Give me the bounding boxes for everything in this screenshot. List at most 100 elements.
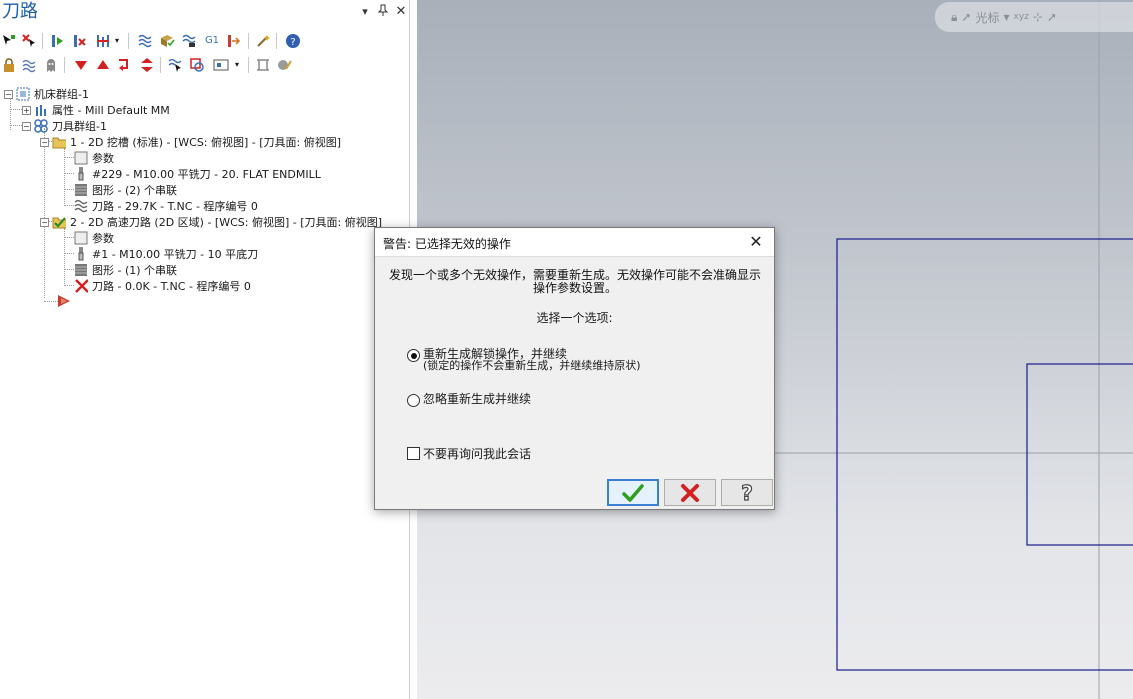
dont-ask-checkbox-row[interactable]: 不要再询问我此会话 — [407, 445, 531, 462]
tree-item-label: 参数 — [92, 152, 114, 165]
tree-item-op1-params[interactable]: 参数 — [74, 150, 114, 166]
tree-item-op2-geometry[interactable]: 图形 - (1) 个串联 — [74, 262, 177, 278]
tree-item-op2-toolpath[interactable]: 刀路 - 0.0K - T.NC - 程序编号 0 — [74, 278, 251, 294]
parameters-icon — [74, 231, 88, 245]
display-options-icon[interactable] — [212, 56, 230, 74]
cancel-x-icon — [681, 483, 699, 502]
help-icon[interactable]: ? — [284, 32, 302, 50]
end-mill-icon — [74, 247, 88, 261]
toolpath-options-icon[interactable] — [94, 32, 112, 50]
dialog-titlebar: 警告: 已选择无效的操作 ✕ — [375, 228, 774, 257]
collapse-icon[interactable]: − — [22, 121, 31, 131]
copy-toolpath-icon[interactable] — [188, 56, 206, 74]
tree-item-label: 刀路 - 0.0K - T.NC - 程序编号 0 — [92, 280, 251, 293]
toolpath-group-icon — [34, 119, 48, 133]
tree-item-operation-2[interactable]: − 2 - 2D 高速刀路 (2D 区域) - [WCS: 俯视图] - [刀具… — [40, 214, 382, 230]
toolpath-display-icon[interactable] — [20, 56, 38, 74]
outer-contour — [836, 238, 1133, 671]
dialog-close-icon[interactable]: ✕ — [744, 231, 768, 253]
regenerate-all-icon[interactable] — [48, 32, 66, 50]
radio-button[interactable] — [407, 394, 420, 407]
display-dropdown-icon[interactable]: ▾ — [232, 56, 242, 74]
insert-arrow-icon[interactable] — [116, 56, 134, 74]
tree-item-toolpath-group[interactable]: − 刀具群组-1 — [22, 118, 107, 134]
insert-arrow-icon[interactable] — [56, 294, 72, 311]
collapse-icon[interactable]: − — [40, 217, 49, 227]
radio-button-selected[interactable] — [407, 349, 420, 362]
tool-manager-icon[interactable] — [276, 56, 294, 74]
select-arrow-icon[interactable]: ➚ — [1047, 10, 1057, 24]
tree-item-op1-toolpath[interactable]: 刀路 - 29.7K - T.NC - 程序编号 0 — [74, 198, 258, 214]
tree-item-label: #229 - M10.00 平铣刀 - 20. FLAT ENDMILL — [92, 168, 321, 181]
tree-item-label: 机床群组-1 — [34, 88, 89, 101]
inner-contour — [1026, 363, 1133, 546]
lock-icon[interactable] — [0, 56, 18, 74]
viewport-selection-toolbar: 🔒︎ ➚ 光标 ▾ xyz ⊹ ➚ — [935, 2, 1133, 32]
ok-button[interactable] — [607, 479, 659, 506]
tree-item-op1-geometry[interactable]: 图形 - (2) 个串联 — [74, 182, 177, 198]
geometry-icon — [74, 183, 88, 197]
move-updown-icon[interactable] — [138, 56, 156, 74]
tree-item-label: #1 - M10.00 平铣刀 - 10 平底刀 — [92, 248, 259, 261]
move-up-icon[interactable] — [94, 56, 112, 74]
tree-item-op2-params[interactable]: 参数 — [74, 230, 114, 246]
invalid-operations-dialog: 警告: 已选择无效的操作 ✕ 发现一个或多个无效操作，需要重新生成。无效操作可能… — [374, 227, 775, 510]
option-regenerate-sublabel: (锁定的操作不会重新生成，并继续维持原状) — [423, 359, 641, 372]
message-line-2: 操作参数设置。 — [532, 281, 617, 295]
expand-icon[interactable]: + — [22, 105, 31, 115]
options-dropdown-icon[interactable]: ▾ — [112, 32, 122, 50]
svg-text:?: ? — [290, 37, 295, 48]
pin-icon[interactable] — [376, 4, 390, 20]
collapse-icon[interactable]: − — [4, 89, 13, 99]
tree-item-label: 刀具群组-1 — [52, 120, 107, 133]
add-point-icon[interactable]: ⊹ — [1033, 10, 1043, 24]
lock-icon[interactable]: 🔒︎ — [951, 10, 957, 25]
stock-model-icon[interactable] — [254, 56, 272, 74]
option-regenerate-radio[interactable]: 重新生成解锁操作，并继续 (锁定的操作不会重新生成，并继续维持原状) — [407, 348, 641, 371]
panel-close-icon[interactable]: ✕ — [394, 4, 408, 20]
cursor-icon[interactable]: ➚ — [961, 10, 971, 24]
tree-item-label: 刀路 - 29.7K - T.NC - 程序编号 0 — [92, 200, 258, 213]
xyz-icon[interactable]: xyz — [1014, 12, 1029, 22]
end-mill-icon — [74, 167, 88, 181]
dialog-message: 发现一个或多个无效操作，需要重新生成。无效操作可能不会准确显示 操作参数设置。 — [385, 269, 765, 295]
toolpath-select-icon[interactable] — [166, 56, 184, 74]
simulate-icon[interactable] — [180, 32, 198, 50]
move-down-icon[interactable] — [72, 56, 90, 74]
dialog-title: 警告: 已选择无效的操作 — [383, 237, 511, 251]
cancel-button[interactable] — [664, 479, 716, 506]
tree-item-op2-tool[interactable]: #1 - M10.00 平铣刀 - 10 平底刀 — [74, 246, 258, 262]
verify-icon[interactable] — [158, 32, 176, 50]
toolbar-row-2: ▾ — [0, 54, 410, 76]
tree-item-machine-group[interactable]: − 机床群组-1 — [4, 86, 89, 102]
checkmark-icon — [622, 483, 644, 502]
dont-ask-checkbox[interactable] — [407, 447, 420, 460]
dropdown-icon[interactable]: ▾ — [1003, 10, 1009, 24]
cursor-mode-label[interactable]: 光标 — [975, 9, 999, 26]
option-ignore-label: 忽略重新生成并继续 — [423, 392, 532, 406]
dialog-prompt: 选择一个选项: — [536, 311, 613, 325]
g1-post-icon[interactable]: G1 — [202, 32, 222, 50]
tree-item-properties[interactable]: + 属性 - Mill Default MM — [22, 102, 170, 118]
deselect-all-icon[interactable] — [20, 32, 38, 50]
help-button[interactable]: ? — [721, 479, 773, 506]
post-selected-icon[interactable] — [224, 32, 242, 50]
question-mark-icon: ? — [741, 482, 754, 504]
backplot-icon[interactable] — [136, 32, 154, 50]
parameters-icon — [74, 151, 88, 165]
tree-item-label: 图形 - (1) 个串联 — [92, 264, 178, 277]
dont-ask-label: 不要再询问我此会话 — [423, 447, 532, 461]
post-disable-icon[interactable] — [42, 56, 60, 74]
option-ignore-radio[interactable]: 忽略重新生成并继续 — [407, 393, 531, 407]
magic-wand-icon[interactable] — [254, 32, 272, 50]
tree-item-label: 图形 - (2) 个串联 — [92, 184, 178, 197]
svg-text:?: ? — [741, 482, 753, 504]
tree-item-op1-tool[interactable]: #229 - M10.00 平铣刀 - 20. FLAT ENDMILL — [74, 166, 321, 182]
panel-menu-dropdown-icon[interactable]: ▾ — [358, 4, 372, 20]
collapse-icon[interactable]: − — [40, 137, 49, 147]
select-all-icon[interactable] — [0, 32, 18, 50]
toolpath-icon — [74, 199, 88, 213]
panel-title: 刀路 — [2, 1, 38, 22]
tree-item-operation-1[interactable]: − 1 - 2D 挖槽 (标准) - [WCS: 俯视图] - [刀具面: 俯视… — [40, 134, 341, 150]
regenerate-dirty-icon[interactable] — [70, 32, 88, 50]
